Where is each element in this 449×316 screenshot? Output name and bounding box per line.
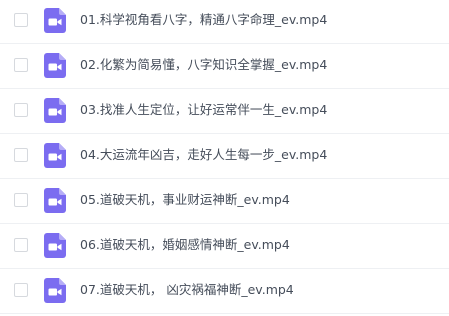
file-row[interactable]: 06.道破天机，婚姻感情神断_ev.mp4 (0, 225, 449, 269)
file-row[interactable]: 03.找准人生定位，让好运常伴一生_ev.mp4 (0, 90, 449, 134)
file-name[interactable]: 01.科学视角看八字，精通八字命理_ev.mp4 (80, 12, 327, 28)
row-checkbox[interactable] (14, 58, 28, 72)
file-name[interactable]: 04.大运流年凶吉，走好人生每一步_ev.mp4 (80, 147, 327, 163)
video-file-icon (44, 233, 66, 258)
file-name[interactable]: 05.道破天机，事业财运神断_ev.mp4 (80, 192, 290, 208)
row-checkbox[interactable] (14, 238, 28, 252)
video-file-icon (44, 98, 66, 123)
file-row[interactable]: 05.道破天机，事业财运神断_ev.mp4 (0, 180, 449, 224)
video-file-icon (44, 53, 66, 78)
row-checkbox[interactable] (14, 103, 28, 117)
file-row[interactable]: 02.化繁为简易懂，八字知识全掌握_ev.mp4 (0, 45, 449, 89)
video-file-icon (44, 188, 66, 213)
file-name[interactable]: 06.道破天机，婚姻感情神断_ev.mp4 (80, 237, 290, 253)
file-list: 01.科学视角看八字，精通八字命理_ev.mp4 02.化繁为简易懂，八字知识全… (0, 0, 449, 316)
file-row[interactable]: 07.道破天机， 凶灾祸福神断_ev.mp4 (0, 270, 449, 314)
row-checkbox[interactable] (14, 283, 28, 297)
video-file-icon (44, 8, 66, 33)
video-file-icon (44, 278, 66, 303)
file-name[interactable]: 02.化繁为简易懂，八字知识全掌握_ev.mp4 (80, 57, 327, 73)
file-row[interactable]: 04.大运流年凶吉，走好人生每一步_ev.mp4 (0, 135, 449, 179)
file-name[interactable]: 03.找准人生定位，让好运常伴一生_ev.mp4 (80, 102, 327, 118)
row-checkbox[interactable] (14, 148, 28, 162)
row-checkbox[interactable] (14, 13, 28, 27)
video-file-icon (44, 143, 66, 168)
file-name[interactable]: 07.道破天机， 凶灾祸福神断_ev.mp4 (80, 282, 294, 298)
file-row[interactable]: 01.科学视角看八字，精通八字命理_ev.mp4 (0, 0, 449, 44)
row-checkbox[interactable] (14, 193, 28, 207)
